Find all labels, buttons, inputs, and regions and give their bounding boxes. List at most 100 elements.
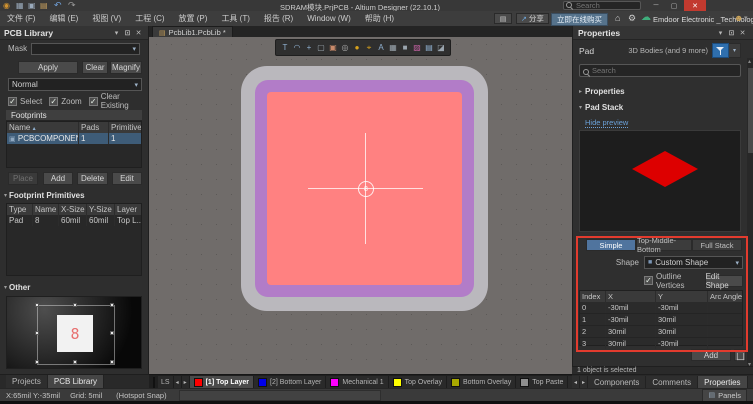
- delete-vertex-button[interactable]: [734, 349, 746, 361]
- rect-tool-icon[interactable]: ▢: [315, 42, 327, 53]
- select-checkbox[interactable]: ✓: [8, 97, 17, 106]
- menu-view[interactable]: 视图 (V): [85, 13, 128, 24]
- footprint-primitives-section-header[interactable]: ▾ Footprint Primitives: [4, 190, 85, 200]
- col-layer[interactable]: Layer: [115, 204, 141, 215]
- gear-icon[interactable]: ⚙: [628, 13, 636, 24]
- menu-tools[interactable]: 工具 (T): [214, 13, 256, 24]
- menu-edit[interactable]: 编辑 (E): [42, 13, 85, 24]
- titlebar-search-input[interactable]: [563, 1, 641, 10]
- col-x[interactable]: X: [606, 291, 656, 302]
- menu-project[interactable]: 工程 (C): [128, 13, 171, 24]
- vertex-row[interactable]: 2 30mil 30mil: [580, 326, 742, 338]
- vertex-row[interactable]: 1 -30mil 30mil: [580, 314, 742, 326]
- col-type[interactable]: Type: [7, 204, 33, 215]
- close-button[interactable]: ✕: [684, 0, 706, 11]
- footprint-row[interactable]: ▣ PCBCOMPONENT_1 1 1: [7, 133, 141, 144]
- region-tool-icon[interactable]: ▨: [411, 42, 423, 53]
- string-tool-icon[interactable]: A: [375, 42, 387, 53]
- panel-pin-icon[interactable]: ⊡: [122, 28, 133, 38]
- menu-help[interactable]: 帮助 (H): [358, 13, 401, 24]
- edit-footprint-button[interactable]: Edit: [112, 172, 142, 185]
- properties-scrollbar[interactable]: ▴ ▾: [747, 58, 753, 368]
- tab-messages[interactable]: Messages: [748, 376, 753, 389]
- minimize-button[interactable]: ─: [648, 0, 664, 11]
- vertex-row[interactable]: 0 -30mil -30mil: [580, 302, 742, 314]
- layer-tab-bottom-overlay[interactable]: Bottom Overlay: [447, 376, 516, 388]
- add-footprint-button[interactable]: Add: [43, 172, 73, 185]
- comment-button[interactable]: ▤: [494, 13, 512, 24]
- share-button[interactable]: ↗ 分享: [516, 13, 549, 24]
- line-tool-icon[interactable]: +: [303, 42, 315, 53]
- menu-place[interactable]: 放置 (P): [172, 13, 215, 24]
- hide-preview-link[interactable]: Hide preview: [585, 118, 628, 128]
- tab-top-middle-bottom[interactable]: Top-Middle-Bottom: [636, 239, 692, 251]
- user-icon[interactable]: ☻: [734, 13, 743, 23]
- panel-close-icon[interactable]: ✕: [737, 28, 748, 38]
- edit-shape-button[interactable]: Edit Shape: [705, 275, 743, 287]
- col-name[interactable]: Name ▴: [7, 122, 79, 133]
- array-tool-icon[interactable]: ▦: [387, 42, 399, 53]
- scroll-up-icon[interactable]: ▴: [748, 58, 751, 65]
- tab-projects[interactable]: Projects: [6, 375, 48, 388]
- pad-tool-icon[interactable]: ▣: [327, 42, 339, 53]
- round-pad-tool-icon[interactable]: ●: [351, 42, 363, 53]
- magnify-button[interactable]: Magnify: [110, 61, 142, 74]
- layer-tab-mechanical-1[interactable]: Mechanical 1: [326, 376, 388, 388]
- tab-comments[interactable]: Comments: [646, 376, 698, 389]
- tab-full-stack[interactable]: Full Stack: [692, 239, 742, 251]
- clear-existing-checkbox[interactable]: ✓: [89, 97, 98, 106]
- shape-dropdown[interactable]: ■ Custom Shape ▾: [644, 256, 743, 269]
- panel-close-icon[interactable]: ✕: [133, 28, 144, 38]
- panel-menu-icon[interactable]: ▾: [111, 28, 122, 38]
- menu-file[interactable]: 文件 (F): [0, 13, 42, 24]
- outline-vertices-checkbox[interactable]: ✓: [644, 276, 653, 285]
- filter-scope-label[interactable]: 3D Bodies (and 9 more): [628, 46, 708, 55]
- tab-components[interactable]: Components: [588, 376, 646, 389]
- body3d-tool-icon[interactable]: ◪: [435, 42, 447, 53]
- menu-window[interactable]: Window (W): [300, 14, 358, 23]
- ruler-tool-icon[interactable]: ▤: [423, 42, 435, 53]
- arc-tool-icon[interactable]: ◠: [291, 42, 303, 53]
- col-xsize[interactable]: X-Size: [59, 204, 87, 215]
- save-icon[interactable]: ▦: [16, 1, 24, 10]
- pad-stack-section-header[interactable]: ▾ Pad Stack: [579, 102, 623, 112]
- home-icon[interactable]: ⌂: [615, 13, 620, 23]
- panels-button[interactable]: ▤ Panels: [702, 389, 747, 402]
- properties-section-header[interactable]: ▸ Properties: [579, 86, 625, 96]
- dock-scroll-right-button[interactable]: ▸: [580, 376, 588, 389]
- scrollbar-thumb[interactable]: [748, 68, 753, 153]
- redo-icon[interactable]: ↷: [68, 0, 76, 11]
- tab-pcb-library[interactable]: PCB Library: [48, 375, 104, 388]
- fill-tool-icon[interactable]: ■: [399, 42, 411, 53]
- layer-tab-top-layer[interactable]: [1] Top Layer: [190, 376, 254, 388]
- user-caret-icon[interactable]: ▾: [744, 14, 748, 22]
- col-pads[interactable]: Pads: [79, 122, 109, 133]
- layer-scroll-right-button[interactable]: ▸: [182, 376, 190, 388]
- filter-mode-dropdown[interactable]: Normal ▾: [8, 78, 142, 91]
- tab-properties[interactable]: Properties: [698, 376, 747, 389]
- layer-tab-bottom-layer[interactable]: [2] Bottom Layer: [254, 376, 326, 388]
- col-y[interactable]: Y: [656, 291, 708, 302]
- primitive-row[interactable]: Pad 8 60mil 60mil Top L...: [7, 215, 141, 226]
- col-arc-angle[interactable]: Arc Angle (Ne...: [708, 291, 742, 302]
- vertex-row[interactable]: 3 30mil -30mil: [580, 338, 742, 349]
- maximize-button[interactable]: ▢: [666, 0, 682, 11]
- col-index[interactable]: Index: [580, 291, 606, 302]
- copy-icon[interactable]: ▣: [28, 1, 36, 10]
- add-vertex-button[interactable]: Add: [691, 349, 731, 361]
- via-tool-icon[interactable]: ◎: [339, 42, 351, 53]
- filter-button[interactable]: [712, 43, 729, 58]
- open-icon[interactable]: ▤: [40, 1, 48, 10]
- panel-pin-icon[interactable]: ⊡: [726, 28, 737, 38]
- pin-tool-icon[interactable]: ⌖: [363, 42, 375, 53]
- pcb-canvas[interactable]: T ◠ + ▢ ▣ ◎ ● ⌖ A ▦ ■ ▨ ▤ ◪ 8: [149, 37, 572, 374]
- properties-search-input[interactable]: [579, 64, 741, 77]
- titlebar-search[interactable]: [563, 1, 641, 10]
- delete-footprint-button[interactable]: Delete: [77, 172, 108, 185]
- clear-button[interactable]: Clear: [82, 61, 108, 74]
- select-tool-icon[interactable]: T: [279, 42, 291, 53]
- buy-online-button[interactable]: 立即在线购买: [551, 13, 608, 26]
- footprint-preview[interactable]: 8: [6, 296, 142, 369]
- other-section-header[interactable]: ▾ Other: [4, 282, 30, 292]
- mask-dropdown[interactable]: ▾: [31, 43, 140, 55]
